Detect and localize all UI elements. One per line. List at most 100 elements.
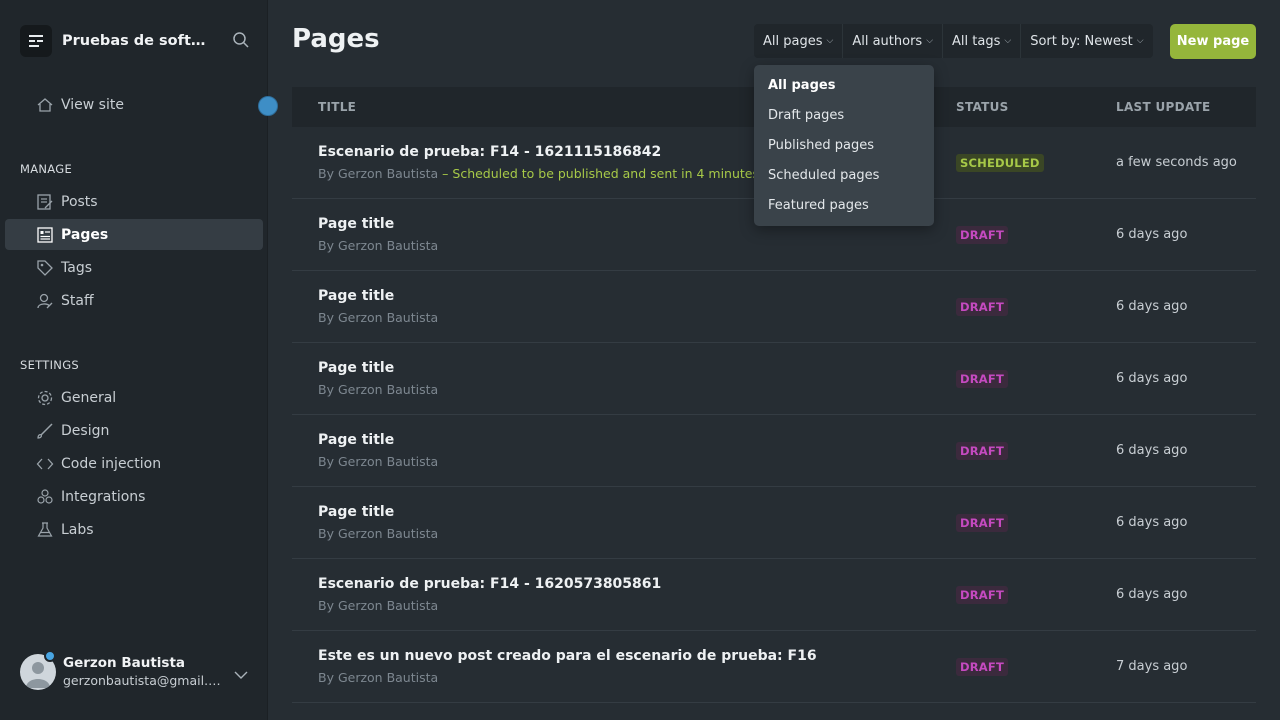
sidebar-item-posts[interactable]: Posts — [5, 186, 263, 217]
home-icon — [37, 98, 53, 112]
row-title: Page title — [318, 216, 395, 232]
sidebar-item-label: Labs — [61, 521, 94, 538]
table-row[interactable]: Page title By Gerzon Bautista DRAFT 6 days … — [292, 343, 1256, 415]
row-schedule-note: – Scheduled to be published and sent in … — [438, 166, 760, 181]
row-title: Page title — [318, 432, 395, 448]
row-title: Page title — [318, 288, 395, 304]
sidebar-item-label: General — [61, 389, 117, 406]
row-author: By Gerzon Bautista — [318, 310, 439, 325]
filter-label: Sort by: Newest — [1030, 33, 1133, 49]
row-meta: By Gerzon Bautista — [318, 454, 438, 469]
table-row[interactable]: Escenario de prueba: F14 - 1620573805861… — [292, 559, 1256, 631]
sidebar-item-general[interactable]: General — [5, 382, 263, 413]
status-badge: DRAFT — [956, 514, 1009, 532]
row-last-update: 7 days ago — [1116, 659, 1188, 674]
row-author: By Gerzon Bautista — [318, 598, 439, 613]
settings-section-title: SETTINGS — [20, 358, 80, 372]
table-row[interactable]: Page title By Gerzon Bautista DRAFT 6 days … — [292, 271, 1256, 343]
sidebar-item-code-injection[interactable]: Code injection — [5, 448, 263, 479]
sidebar: Pruebas de software View site MANAGE Pos… — [0, 0, 278, 720]
chevron-down-icon: ⌵ — [926, 36, 934, 46]
status-badge: DRAFT — [956, 370, 1009, 388]
chevron-down-icon: ⌵ — [1004, 36, 1012, 46]
filter-label: All authors — [852, 33, 923, 49]
sidebar-item-label: Design — [61, 422, 110, 439]
site-name[interactable]: Pruebas de software — [62, 33, 216, 49]
column-title: TITLE — [318, 100, 357, 114]
row-author: By Gerzon Bautista — [318, 526, 439, 541]
row-last-update: 6 days ago — [1116, 587, 1188, 602]
page-type-filter[interactable]: All pages ⌵ — [754, 24, 844, 58]
row-title: Page title — [318, 360, 395, 376]
row-title: Escenario de prueba: F14 - 1620573805861 — [318, 576, 662, 592]
sidebar-item-label: Posts — [61, 193, 98, 210]
dropdown-option-draft-pages[interactable]: Draft pages — [754, 100, 934, 130]
tag-icon — [37, 260, 53, 276]
row-author: By Gerzon Bautista — [318, 670, 439, 685]
row-title: Page title — [318, 504, 395, 520]
filter-label: All pages — [763, 33, 823, 49]
brand: Pruebas de software — [20, 24, 250, 58]
row-meta: By Gerzon Bautista — [318, 670, 438, 685]
dropdown-option-published-pages[interactable]: Published pages — [754, 130, 934, 160]
row-title: Escenario de prueba: F14 - 1621115186842 — [318, 144, 662, 160]
column-status: STATUS — [956, 100, 1009, 114]
chevron-down-icon[interactable] — [234, 665, 248, 684]
tag-filter[interactable]: All tags ⌵ — [943, 24, 1022, 58]
flask-icon — [37, 522, 53, 537]
user-status-badge — [44, 650, 56, 662]
sidebar-item-pages[interactable]: Pages — [5, 219, 263, 250]
chevron-down-icon: ⌵ — [1136, 36, 1144, 46]
row-author: By Gerzon Bautista — [318, 454, 439, 469]
row-last-update: 6 days ago — [1116, 227, 1188, 242]
search-icon[interactable] — [232, 31, 250, 53]
sidebar-item-tags[interactable]: Tags — [5, 252, 263, 283]
status-badge: DRAFT — [956, 586, 1009, 604]
row-last-update: 6 days ago — [1116, 299, 1188, 314]
code-icon — [36, 458, 54, 470]
integrations-icon — [37, 489, 53, 504]
row-author: By Gerzon Bautista — [318, 238, 439, 253]
table-row[interactable]: Este es un nuevo post creado para el esc… — [292, 631, 1256, 703]
sidebar-item-design[interactable]: Design — [5, 415, 263, 446]
filter-bar: All pages ⌵ All authors ⌵ All tags ⌵ Sor… — [754, 24, 1153, 58]
status-badge: DRAFT — [956, 298, 1009, 316]
chevron-down-icon: ⌵ — [826, 36, 834, 46]
row-title: Este es un nuevo post creado para el esc… — [318, 648, 817, 664]
dropdown-option-all-pages[interactable]: All pages — [754, 70, 934, 100]
status-badge: DRAFT — [956, 226, 1009, 244]
row-meta: By Gerzon Bautista — [318, 310, 438, 325]
row-author: By Gerzon Bautista — [318, 382, 439, 397]
user-name: Gerzon Bautista — [63, 655, 186, 671]
view-site-link[interactable]: View site — [5, 89, 263, 120]
manage-section-title: MANAGE — [20, 162, 73, 176]
dropdown-option-featured-pages[interactable]: Featured pages — [754, 190, 934, 220]
table-row[interactable]: Page title By Gerzon Bautista DRAFT 6 days … — [292, 487, 1256, 559]
new-page-button[interactable]: New page — [1170, 24, 1256, 59]
notification-dot[interactable] — [258, 96, 278, 116]
dropdown-option-scheduled-pages[interactable]: Scheduled pages — [754, 160, 934, 190]
row-last-update: 6 days ago — [1116, 515, 1188, 530]
author-filter[interactable]: All authors ⌵ — [843, 24, 944, 58]
row-meta: By Gerzon Bautista – Scheduled to be pub… — [318, 166, 759, 181]
row-author: By Gerzon Bautista — [318, 166, 439, 181]
column-last-update: LAST UPDATE — [1116, 100, 1211, 114]
status-badge: SCHEDULED — [956, 154, 1044, 172]
posts-icon — [37, 194, 53, 210]
sidebar-item-label: Code injection — [61, 455, 162, 472]
row-meta: By Gerzon Bautista — [318, 526, 438, 541]
brush-icon — [37, 423, 53, 439]
table-row[interactable]: Page title By Gerzon Bautista DRAFT 6 days … — [292, 415, 1256, 487]
sidebar-item-staff[interactable]: Staff — [5, 285, 263, 316]
row-last-update: 6 days ago — [1116, 443, 1188, 458]
site-logo-icon[interactable] — [20, 25, 52, 57]
gear-icon — [37, 390, 53, 406]
page-title: Pages — [292, 24, 380, 54]
view-site-label: View site — [61, 96, 124, 113]
user-menu[interactable]: Gerzon Bautista gerzonbautista@gmail.com — [20, 650, 250, 692]
sort-filter[interactable]: Sort by: Newest ⌵ — [1021, 24, 1152, 58]
sidebar-item-integrations[interactable]: Integrations — [5, 481, 263, 512]
row-last-update: 6 days ago — [1116, 371, 1188, 386]
page-type-dropdown: All pages Draft pages Published pages Sc… — [754, 65, 934, 226]
sidebar-item-labs[interactable]: Labs — [5, 514, 263, 545]
